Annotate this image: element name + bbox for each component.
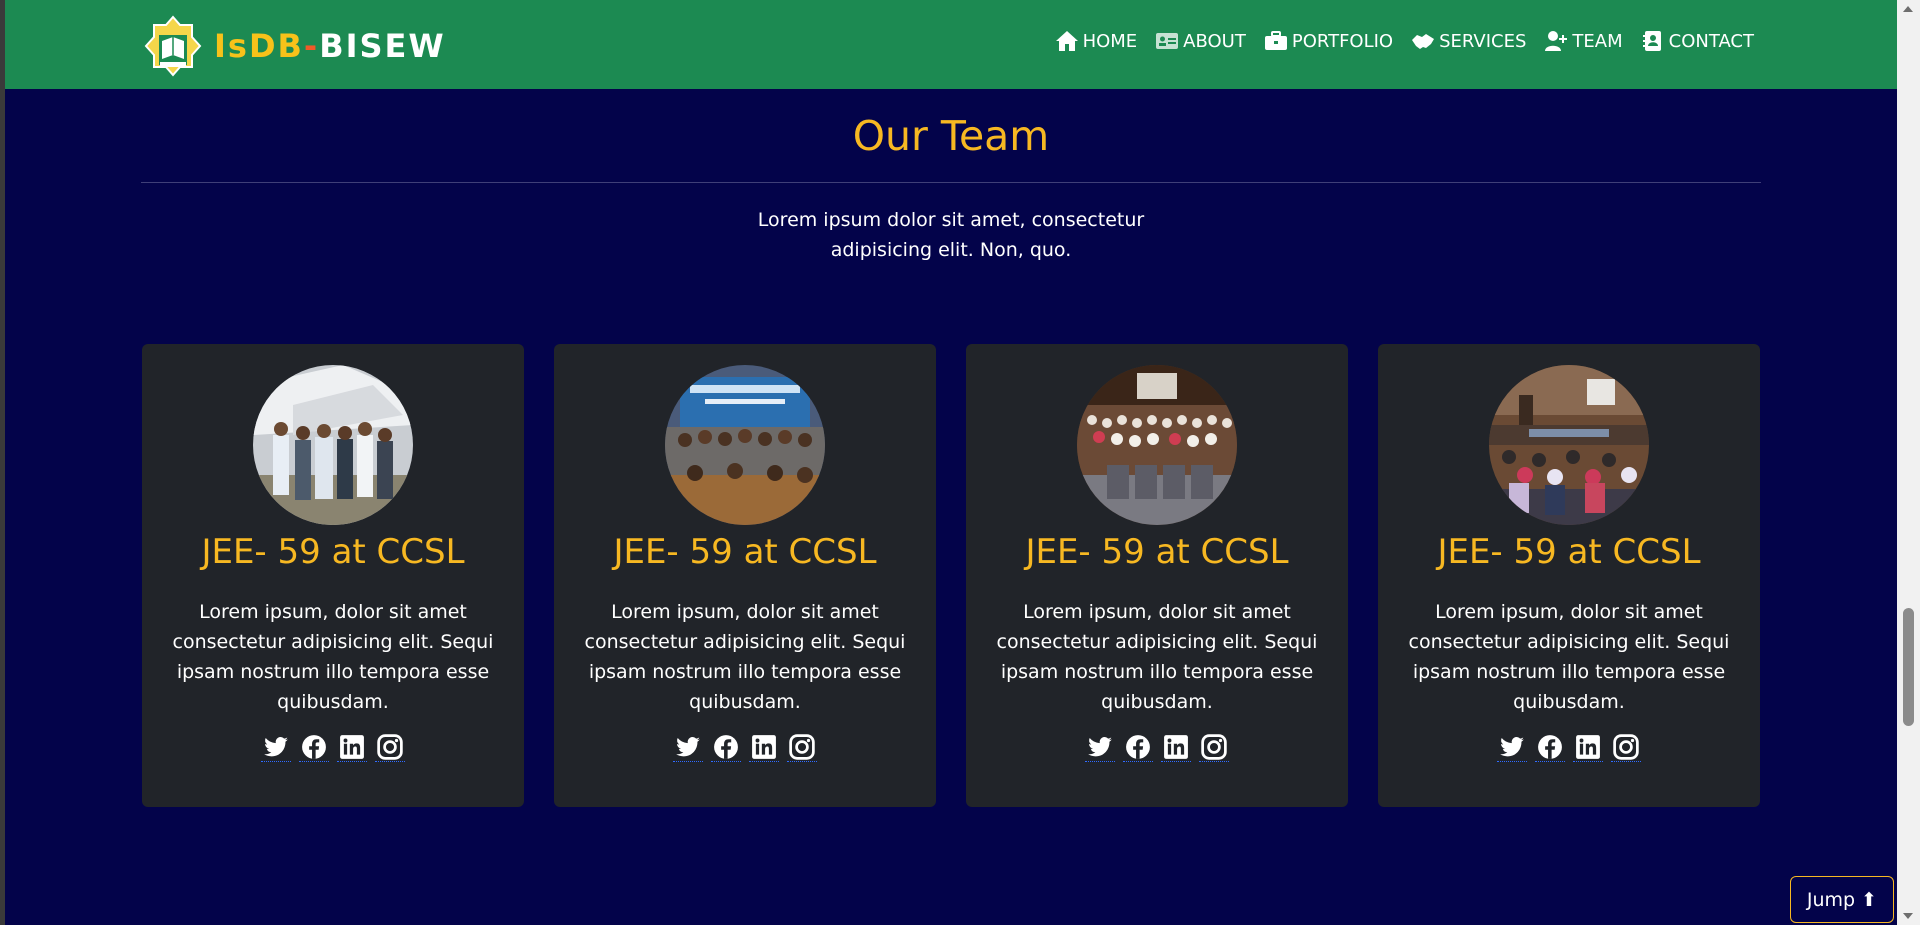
twitter-link[interactable] bbox=[673, 732, 703, 762]
social-links bbox=[966, 732, 1348, 762]
linkedin-icon bbox=[752, 734, 776, 759]
team-photo bbox=[1077, 365, 1237, 525]
scroll-up-arrow-icon[interactable] bbox=[1903, 6, 1913, 12]
page: IsDB-BISEW HOME ABOUT PORTFOLIO SERVICES bbox=[5, 0, 1897, 925]
twitter-link[interactable] bbox=[261, 732, 291, 762]
divider bbox=[141, 182, 1761, 183]
twitter-link[interactable] bbox=[1497, 732, 1527, 762]
brand-name: IsDB-BISEW bbox=[214, 27, 446, 65]
card-text: Lorem ipsum, dolor sit amet consectetur … bbox=[172, 601, 494, 713]
instagram-link[interactable] bbox=[1199, 732, 1229, 762]
nav-about[interactable]: ABOUT bbox=[1155, 30, 1246, 52]
nav-portfolio[interactable]: PORTFOLIO bbox=[1264, 30, 1393, 52]
twitter-icon bbox=[264, 736, 288, 756]
brand-dash: - bbox=[303, 27, 320, 65]
instagram-link[interactable] bbox=[787, 732, 817, 762]
nav-services-label: SERVICES bbox=[1439, 30, 1527, 52]
card-title: JEE- 59 at CCSL bbox=[1025, 532, 1289, 572]
nav-home[interactable]: HOME bbox=[1055, 30, 1138, 52]
facebook-link[interactable] bbox=[711, 732, 741, 762]
social-links bbox=[554, 732, 936, 762]
instagram-icon bbox=[1613, 733, 1639, 760]
scrollbar[interactable] bbox=[1897, 0, 1920, 925]
facebook-icon bbox=[1538, 734, 1562, 759]
facebook-link[interactable] bbox=[1535, 732, 1565, 762]
handshake-icon bbox=[1412, 34, 1435, 49]
user-plus-icon bbox=[1545, 31, 1568, 51]
card-title: JEE- 59 at CCSL bbox=[613, 532, 877, 572]
nav-portfolio-label: PORTFOLIO bbox=[1291, 30, 1394, 52]
linkedin-icon bbox=[340, 734, 364, 759]
nav-contact[interactable]: CONTACT bbox=[1641, 30, 1754, 52]
section-subtitle: Lorem ipsum dolor sit amet, consectetur … bbox=[757, 209, 1145, 261]
card-title: JEE- 59 at CCSL bbox=[1437, 532, 1701, 572]
social-links bbox=[142, 732, 524, 762]
main-nav: HOME ABOUT PORTFOLIO SERVICES TEAM CONTA… bbox=[1037, 30, 1754, 52]
instagram-icon bbox=[1201, 733, 1227, 760]
card-text: Lorem ipsum, dolor sit amet consectetur … bbox=[584, 601, 906, 713]
team-photo bbox=[1489, 365, 1649, 525]
card-title: JEE- 59 at CCSL bbox=[201, 532, 465, 572]
facebook-link[interactable] bbox=[1123, 732, 1153, 762]
twitter-icon bbox=[676, 736, 700, 756]
team-card: JEE- 59 at CCSL Lorem ipsum, dolor sit a… bbox=[142, 344, 524, 807]
scrollbar-thumb[interactable] bbox=[1903, 608, 1914, 726]
social-links bbox=[1378, 732, 1760, 762]
twitter-link[interactable] bbox=[1085, 732, 1115, 762]
instagram-link[interactable] bbox=[1611, 732, 1641, 762]
card-text: Lorem ipsum, dolor sit amet consectetur … bbox=[1408, 601, 1730, 713]
briefcase-icon bbox=[1264, 31, 1287, 50]
instagram-icon bbox=[789, 733, 815, 760]
linkedin-icon bbox=[1164, 734, 1188, 759]
twitter-icon bbox=[1500, 736, 1524, 756]
home-icon bbox=[1055, 31, 1078, 51]
linkedin-link[interactable] bbox=[1161, 732, 1191, 762]
instagram-icon bbox=[377, 733, 403, 760]
jump-to-top-button[interactable]: Jump ⬆ bbox=[1790, 876, 1894, 923]
facebook-icon bbox=[302, 734, 326, 759]
section-title: Our Team bbox=[852, 112, 1050, 160]
instagram-link[interactable] bbox=[375, 732, 405, 762]
brand-part2: BISEW bbox=[319, 27, 446, 65]
facebook-link[interactable] bbox=[299, 732, 329, 762]
nav-team[interactable]: TEAM bbox=[1544, 30, 1623, 52]
team-card: JEE- 59 at CCSL Lorem ipsum, dolor sit a… bbox=[1378, 344, 1760, 807]
nav-home-label: HOME bbox=[1082, 30, 1138, 52]
linkedin-link[interactable] bbox=[749, 732, 779, 762]
nav-contact-label: CONTACT bbox=[1668, 30, 1754, 52]
facebook-icon bbox=[1126, 734, 1150, 759]
nav-team-label: TEAM bbox=[1572, 30, 1623, 52]
nav-about-label: ABOUT bbox=[1183, 30, 1246, 52]
brand-logo bbox=[144, 15, 202, 77]
team-card: JEE- 59 at CCSL Lorem ipsum, dolor sit a… bbox=[966, 344, 1348, 807]
team-photo bbox=[253, 365, 413, 525]
brand[interactable]: IsDB-BISEW bbox=[142, 15, 446, 77]
team-card: JEE- 59 at CCSL Lorem ipsum, dolor sit a… bbox=[554, 344, 936, 807]
id-card-icon bbox=[1156, 33, 1179, 49]
linkedin-link[interactable] bbox=[337, 732, 367, 762]
navbar: IsDB-BISEW HOME ABOUT PORTFOLIO SERVICES bbox=[5, 0, 1897, 89]
twitter-icon bbox=[1088, 736, 1112, 756]
facebook-icon bbox=[714, 734, 738, 759]
scroll-down-arrow-icon[interactable] bbox=[1903, 913, 1913, 919]
card-text: Lorem ipsum, dolor sit amet consectetur … bbox=[996, 601, 1318, 713]
linkedin-link[interactable] bbox=[1573, 732, 1603, 762]
linkedin-icon bbox=[1576, 734, 1600, 759]
address-book-icon bbox=[1642, 31, 1661, 51]
nav-services[interactable]: SERVICES bbox=[1411, 30, 1526, 52]
team-photo bbox=[665, 365, 825, 525]
brand-part1: IsDB bbox=[214, 27, 304, 65]
